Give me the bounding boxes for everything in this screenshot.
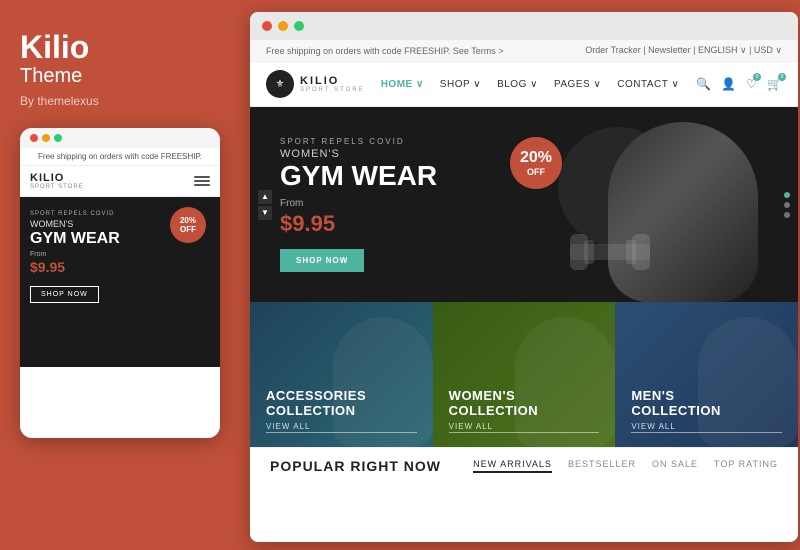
mobile-dot-green [54, 134, 62, 142]
site-logo: ⚜ KILIO SPORT STORE [266, 70, 365, 98]
hero-content: SPORT REPELS COVID WOMEN'S GYM WEAR From… [280, 137, 437, 272]
collection-title-women: WOMEN'SCOLLECTION [449, 389, 600, 418]
mobile-nav: KILIO SPORT STORE [20, 166, 220, 197]
mobile-logo: KILIO SPORT STORE [30, 172, 84, 190]
mobile-discount-badge: 20% OFF [170, 207, 206, 243]
browser-chrome [250, 12, 798, 40]
collection-overlay-accessories: ACCESSORIESCOLLECTION VIEW ALL [250, 302, 433, 447]
nav-item-contact[interactable]: CONTACT ∨ [617, 79, 679, 90]
mobile-shop-button[interactable]: SHOP NOW [30, 286, 99, 303]
nav-item-home[interactable]: HOME ∨ [381, 79, 424, 90]
mobile-top-bar [20, 128, 220, 148]
collection-link-women[interactable]: VIEW ALL [449, 422, 600, 433]
tab-bestseller[interactable]: BESTSELLER [568, 459, 636, 473]
mobile-from-label: From [30, 251, 210, 258]
left-panel: Kilio Theme By themelexus Free shipping … [0, 0, 245, 550]
hero-discount-badge: 20% OFF [510, 137, 562, 189]
tab-new-arrivals[interactable]: NEW ARRIVALS [473, 459, 552, 473]
notice-text-left: Free shipping on orders with code FREESH… [266, 46, 504, 56]
site-notice-bar: Free shipping on orders with code FREESH… [250, 40, 798, 62]
chrome-dot-red [262, 21, 272, 31]
tab-on-sale[interactable]: ON SALE [652, 459, 698, 473]
hero-price: $9.95 [280, 211, 437, 237]
wishlist-badge: 0 [753, 73, 761, 81]
bottom-bar: POPULAR RIGHT NOW NEW ARRIVALS BESTSELLE… [250, 447, 798, 484]
collections-section: ACCESSORIESCOLLECTION VIEW ALL WOMEN'SCO… [250, 302, 798, 447]
mobile-dot-yellow [42, 134, 50, 142]
browser-mockup: Free shipping on orders with code FREESH… [250, 12, 798, 542]
nav-icons: 🔍 👤 ♡0 🛒0 [696, 77, 782, 91]
hero-arrows: ▲ ▼ [258, 190, 272, 220]
notice-text-right: Order Tracker | Newsletter | ENGLISH ∨ |… [585, 45, 782, 56]
collection-women: WOMEN'SCOLLECTION VIEW ALL [433, 302, 616, 447]
hero-from-label: From [280, 198, 437, 209]
tab-top-rating[interactable]: TOP RATING [714, 459, 778, 473]
collection-link-men[interactable]: VIEW ALL [631, 422, 782, 433]
logo-icon: ⚜ [266, 70, 294, 98]
hero-next[interactable]: ▼ [258, 206, 272, 220]
search-icon[interactable]: 🔍 [696, 77, 711, 91]
chrome-dot-yellow [278, 21, 288, 31]
collection-accessories: ACCESSORIESCOLLECTION VIEW ALL [250, 302, 433, 447]
mobile-dot-red [30, 134, 38, 142]
hero-sport-label: SPORT REPELS COVID [280, 137, 437, 146]
popular-title: POPULAR RIGHT NOW [270, 458, 441, 474]
hero-prev[interactable]: ▲ [258, 190, 272, 204]
nav-items: HOME ∨ SHOP ∨ BLOG ∨ PAGES ∨ CONTACT ∨ [381, 79, 697, 90]
mobile-mockup: Free shipping on orders with code FREESH… [20, 128, 220, 438]
hero-shop-button[interactable]: SHOP NOW [280, 249, 364, 272]
product-tabs: NEW ARRIVALS BESTSELLER ON SALE TOP RATI… [473, 459, 778, 473]
dumbbell-icon [570, 222, 650, 282]
hero-subtitle: WOMEN'S [280, 148, 437, 160]
user-icon[interactable]: 👤 [721, 77, 736, 91]
hamburger-icon[interactable] [194, 176, 210, 186]
collection-title-men: MEN'SCOLLECTION [631, 389, 782, 418]
theme-label: Theme [20, 65, 225, 88]
hero-dot-2[interactable] [784, 202, 790, 208]
wishlist-icon[interactable]: ♡0 [746, 77, 757, 91]
mobile-price: $9.95 [30, 259, 210, 275]
mobile-notice: Free shipping on orders with code FREESH… [20, 148, 220, 166]
site-navigation: ⚜ KILIO SPORT STORE HOME ∨ SHOP ∨ BLOG ∨… [250, 62, 798, 107]
collection-overlay-women: WOMEN'SCOLLECTION VIEW ALL [433, 302, 616, 447]
hero-section: ▲ ▼ SPORT REPELS COVID WOMEN'S GYM WEAR … [250, 107, 798, 302]
hero-dot-3[interactable] [784, 212, 790, 218]
nav-item-shop[interactable]: SHOP ∨ [440, 79, 481, 90]
chrome-dot-green [294, 21, 304, 31]
nav-item-blog[interactable]: BLOG ∨ [497, 79, 538, 90]
nav-item-pages[interactable]: PAGES ∨ [554, 79, 601, 90]
mobile-hero: 20% OFF SPORT REPELS COVID WOMEN'S GYM W… [20, 197, 220, 367]
collection-link-accessories[interactable]: VIEW ALL [266, 422, 417, 433]
collection-men: MEN'SCOLLECTION VIEW ALL [615, 302, 798, 447]
author-label: By themelexus [20, 94, 225, 108]
hero-title: GYM WEAR [280, 162, 437, 190]
hero-nav-dots [784, 192, 790, 218]
hero-dot-1[interactable] [784, 192, 790, 198]
collection-title-accessories: ACCESSORIESCOLLECTION [266, 389, 417, 418]
collection-overlay-men: MEN'SCOLLECTION VIEW ALL [615, 302, 798, 447]
cart-icon[interactable]: 🛒0 [767, 77, 782, 91]
logo-text: KILIO SPORT STORE [300, 75, 365, 93]
cart-badge: 0 [778, 73, 786, 81]
brand-name: Kilio [20, 30, 225, 65]
